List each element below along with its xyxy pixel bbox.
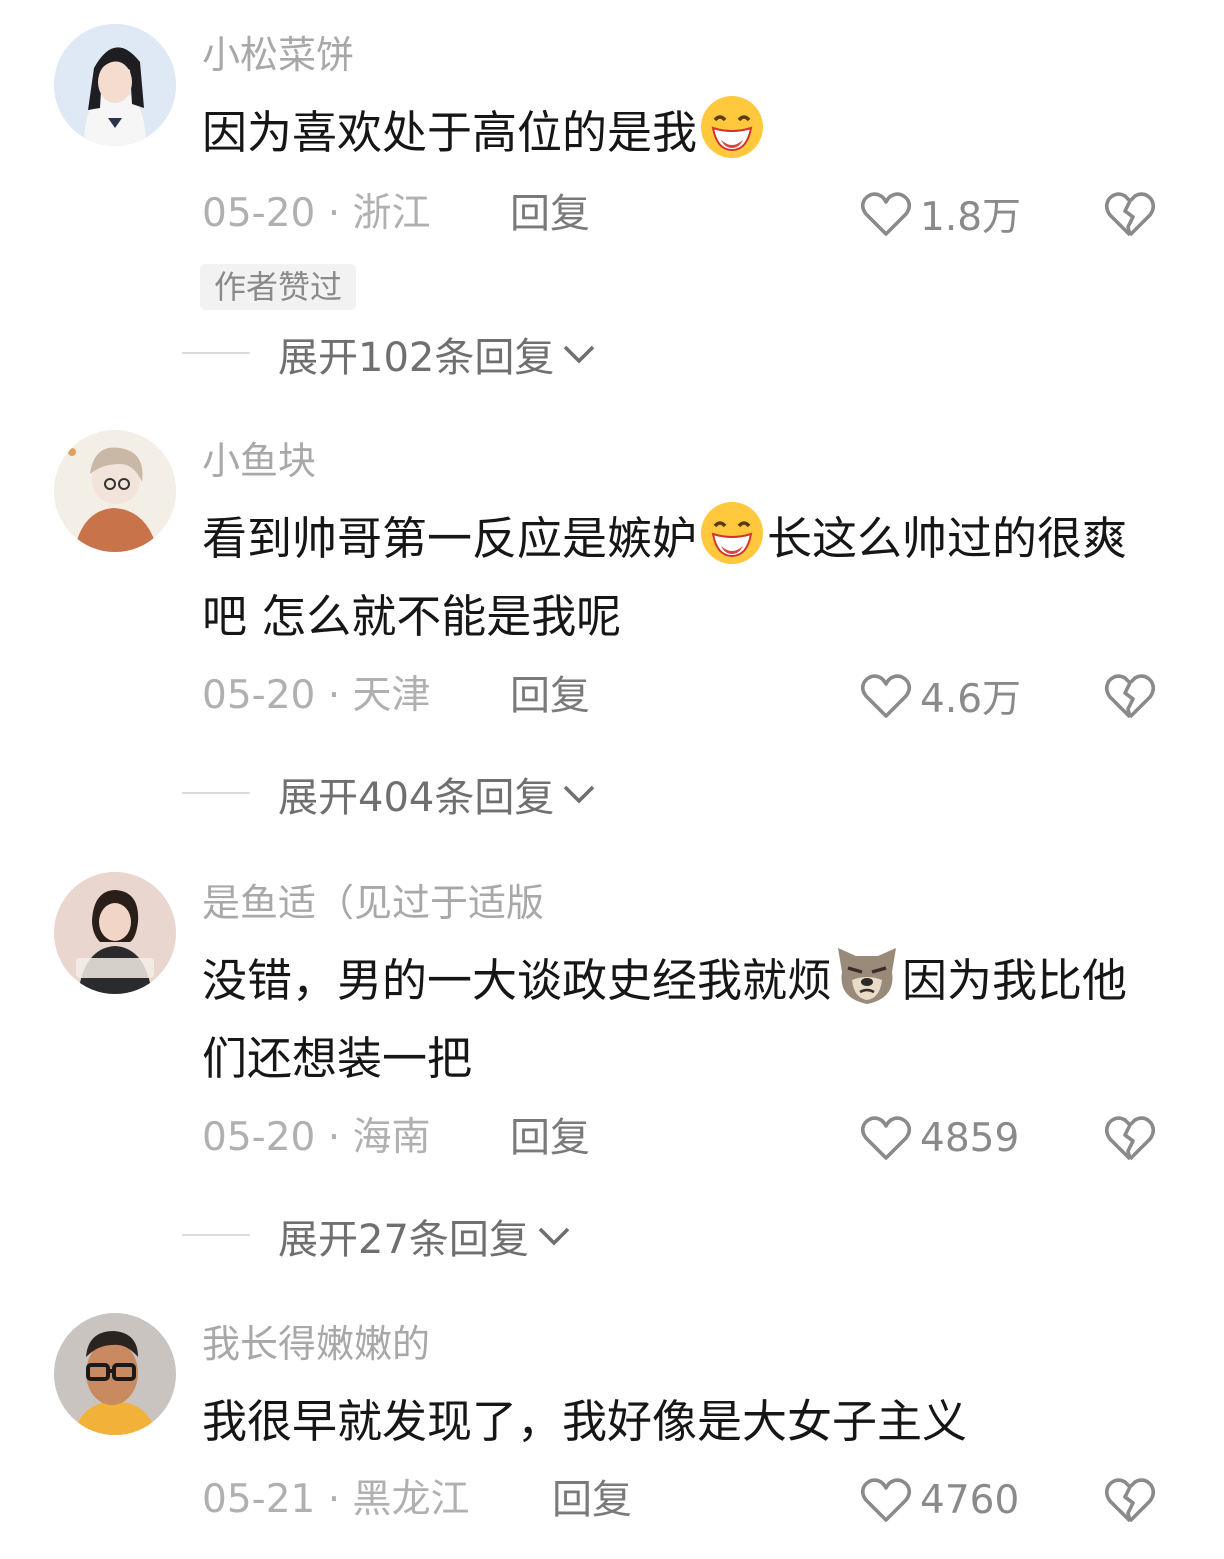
comment-date: 05-21 — [202, 1477, 316, 1522]
comment-text: 我很早就发现了，我好像是大女子主义 — [202, 1383, 1162, 1461]
comment-meta: 05-20 · 天津 — [202, 673, 431, 718]
broken-heart-icon — [1104, 1116, 1156, 1161]
like-button[interactable]: 4760 — [860, 1470, 1019, 1530]
chevron-down-icon — [564, 345, 595, 364]
comment-meta: 05-20 · 浙江 — [202, 191, 431, 236]
username[interactable]: 我长得嫩嫩的 — [202, 1319, 430, 1369]
broken-heart-icon — [1104, 1478, 1156, 1523]
reply-button[interactable]: 回复 — [552, 1470, 632, 1530]
divider — [182, 792, 250, 794]
comment-text: 没错，男的一大谈政史经我就烦 因为我比他们还想装一把 — [202, 942, 1162, 1098]
avatar[interactable] — [54, 430, 176, 552]
avatar[interactable] — [54, 24, 176, 146]
comment-region: 海南 — [352, 1115, 431, 1160]
like-count: 4859 — [920, 1115, 1020, 1161]
dislike-button[interactable] — [1103, 184, 1159, 244]
like-count: 4760 — [920, 1477, 1020, 1523]
like-button[interactable]: 4859 — [860, 1108, 1019, 1168]
reply-button[interactable]: 回复 — [510, 184, 590, 244]
broken-heart-icon — [1104, 192, 1156, 237]
comment-date: 05-20 — [202, 191, 316, 236]
dislike-button[interactable] — [1103, 1470, 1159, 1530]
comment-text-part: 看到帅哥第一反应是嫉妒 — [202, 512, 698, 565]
author-liked-badge: 作者赞过 — [200, 264, 357, 310]
chevron-down-icon — [564, 785, 595, 804]
comment-meta: 05-20 · 海南 — [202, 1115, 431, 1160]
heart-icon — [860, 674, 912, 718]
heart-icon — [860, 1478, 912, 1522]
comment-meta: 05-21 · 黑龙江 — [202, 1477, 470, 1522]
like-count: 4.6万 — [920, 677, 1022, 722]
comment-date: 05-20 — [202, 1115, 316, 1160]
comment-region: 浙江 — [352, 191, 431, 236]
username[interactable]: 是鱼适（见过于适版 — [202, 878, 544, 928]
username[interactable]: 小鱼块 — [202, 436, 316, 486]
comment-text-part: 因为喜欢处于高位的是我 — [202, 106, 698, 159]
reply-button[interactable]: 回复 — [510, 1108, 590, 1168]
reply-button[interactable]: 回复 — [510, 666, 590, 726]
comment-text: 看到帅哥第一反应是嫉妒 长这么帅过的很爽吧 怎么就不能是我呢 — [202, 500, 1162, 656]
grin-emoji — [699, 500, 765, 566]
expand-replies-label: 展开102条回复 — [278, 335, 555, 381]
dislike-button[interactable] — [1103, 666, 1159, 726]
comment-text-part: 我很早就发现了，我好像是大女子主义 — [202, 1395, 968, 1448]
comment-text: 因为喜欢处于高位的是我 — [202, 94, 1162, 172]
comment-date: 05-20 — [202, 673, 316, 718]
like-count: 1.8万 — [920, 195, 1022, 240]
like-button[interactable]: 4.6万 — [860, 666, 1021, 726]
expand-replies-button[interactable]: 展开404条回复 — [278, 766, 596, 822]
grin-emoji — [699, 94, 765, 160]
expand-replies-label: 展开404条回复 — [278, 775, 555, 821]
heart-icon — [860, 1116, 912, 1160]
comment-region: 天津 — [352, 673, 431, 718]
divider — [182, 1234, 250, 1236]
username[interactable]: 小松菜饼 — [202, 30, 354, 80]
divider — [182, 352, 250, 354]
heart-icon — [860, 192, 912, 236]
like-button[interactable]: 1.8万 — [860, 184, 1021, 244]
expand-replies-button[interactable]: 展开27条回复 — [278, 1208, 571, 1264]
broken-heart-icon — [1104, 674, 1156, 719]
expand-replies-label: 展开27条回复 — [278, 1217, 529, 1263]
avatar[interactable] — [54, 872, 176, 994]
chevron-down-icon — [538, 1227, 570, 1246]
expand-replies-button[interactable]: 展开102条回复 — [278, 326, 596, 382]
avatar[interactable] — [54, 1313, 176, 1435]
comment-text-part: 没错，男的一大谈政史经我就烦 — [202, 954, 833, 1007]
dog-emoji — [834, 942, 900, 1008]
dislike-button[interactable] — [1103, 1108, 1159, 1168]
comment-region: 黑龙江 — [352, 1477, 470, 1522]
